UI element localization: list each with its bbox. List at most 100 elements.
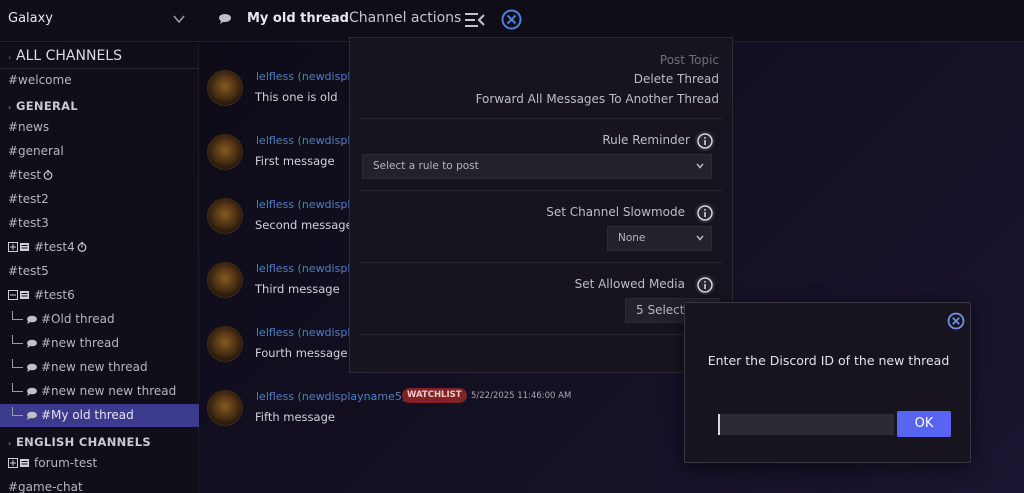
channel-label: #test3: [8, 216, 49, 230]
sidebar-item-test3[interactable]: #test3: [0, 212, 199, 235]
channel-label: #test5: [8, 264, 49, 278]
thread-bubble-icon: [27, 339, 37, 348]
category-label: GENERAL: [16, 99, 78, 113]
all-channels-header[interactable]: › ALL CHANNELS: [0, 43, 199, 69]
channel-label: #game-chat: [8, 480, 83, 493]
sidebar-item-forum-test[interactable]: forum-test: [0, 452, 199, 475]
channel-actions-button[interactable]: Channel actions: [349, 10, 461, 26]
info-icon[interactable]: [694, 130, 716, 152]
channel-label: #test6: [34, 288, 75, 302]
ok-button[interactable]: OK: [897, 411, 951, 437]
message: lelfless (newdisplayname5) WATCHLIST 5/2…: [207, 388, 677, 440]
sidebar-item-test5[interactable]: #test5: [0, 260, 199, 283]
tree-elbow: [12, 383, 23, 392]
channel-label: #test2: [8, 192, 49, 206]
sidebar-item-welcome[interactable]: #welcome: [0, 69, 199, 92]
sidebar-item-test2[interactable]: #test2: [0, 188, 199, 211]
slowmode-select[interactable]: None: [607, 226, 712, 251]
forward-all-messages-item[interactable]: Forward All Messages To Another Thread: [476, 92, 719, 106]
channel-label: #general: [8, 144, 64, 158]
divider: [360, 118, 722, 119]
divider: [360, 334, 722, 335]
forum-icon: [8, 290, 29, 300]
chevron-down-icon: [696, 235, 704, 241]
watchlist-badge: WATCHLIST: [402, 388, 467, 403]
sidebar-item-news[interactable]: #news: [0, 116, 199, 139]
modal-prompt: Enter the Discord ID of the new thread: [707, 353, 950, 368]
channel-label: #test4: [34, 240, 75, 254]
sidebar-item-my-old-thread[interactable]: #My old thread: [0, 404, 199, 427]
message-author[interactable]: lelfless (newdisplayname5): [256, 390, 406, 403]
tree-elbow: [12, 359, 23, 368]
avatar[interactable]: [207, 262, 243, 298]
category-label: ENGLISH CHANNELS: [16, 435, 151, 449]
thread-title: My old thread: [247, 11, 349, 26]
timer-icon: [77, 242, 87, 252]
rule-select-value: Select a rule to post: [373, 160, 479, 172]
channel-label: #news: [8, 120, 50, 134]
divider: [360, 190, 722, 191]
timer-icon: [43, 170, 53, 180]
message-text: This one is old: [255, 90, 338, 104]
sidebar-item-game-chat[interactable]: #game-chat: [0, 476, 199, 493]
message-timestamp: 5/22/2025 11:46:00 AM: [471, 391, 572, 401]
channel-actions-panel: Post Topic Delete Thread Forward All Mes…: [349, 37, 733, 373]
message-text: Second message: [255, 218, 353, 232]
info-icon[interactable]: [694, 274, 716, 296]
thread-bubble-icon: [27, 411, 37, 420]
sidebar-item-new-new-thread[interactable]: #new new thread: [0, 356, 199, 379]
channel-label: #welcome: [8, 73, 72, 87]
avatar[interactable]: [207, 198, 243, 234]
channel-label: #test: [8, 168, 42, 182]
sidebar-item-new-new-new-thread[interactable]: #new new new thread: [0, 380, 199, 403]
channel-label: #new new new thread: [41, 384, 177, 398]
chevron-down-icon[interactable]: [172, 12, 186, 26]
sidebar-item-test[interactable]: #test: [0, 164, 199, 187]
message-text: Fifth message: [255, 410, 335, 424]
delete-thread-item[interactable]: Delete Thread: [634, 72, 719, 86]
sidebar-item-old-thread[interactable]: #Old thread: [0, 308, 199, 331]
tree-elbow: [12, 407, 23, 416]
rule-reminder-label: Rule Reminder: [602, 133, 690, 147]
channel-label: #new thread: [41, 336, 120, 350]
forum-icon: [8, 242, 29, 252]
divider: [360, 262, 722, 263]
server-name[interactable]: Galaxy: [8, 11, 53, 26]
channel-label: #Old thread: [41, 312, 115, 326]
sidebar-item-new-thread[interactable]: #new thread: [0, 332, 199, 355]
chevron-down-icon: [696, 163, 704, 169]
sidebar-item-test4[interactable]: #test4: [0, 236, 199, 259]
channel-sidebar: › ALL CHANNELS #welcome › GENERAL #news #g…: [0, 43, 199, 493]
menu-close-icon[interactable]: [464, 11, 486, 29]
channel-label: #new new thread: [41, 360, 148, 374]
message-text: Third message: [255, 282, 340, 296]
discord-id-input[interactable]: [718, 414, 894, 435]
thread-bubble-icon: [219, 14, 231, 24]
rule-select[interactable]: Select a rule to post: [362, 154, 712, 179]
message-text: First message: [255, 154, 335, 168]
avatar[interactable]: [207, 70, 243, 106]
info-icon[interactable]: [694, 202, 716, 224]
channel-label: forum-test: [34, 456, 98, 470]
sidebar-item-general[interactable]: #general: [0, 140, 199, 163]
thread-bubble-icon: [27, 387, 37, 396]
message-text: Fourth message: [255, 346, 348, 360]
close-circle-icon[interactable]: [501, 9, 522, 30]
tree-elbow: [12, 335, 23, 344]
top-bar: Galaxy My old thread Channel actions: [0, 0, 1024, 42]
all-channels-label: ALL CHANNELS: [16, 48, 122, 64]
thread-bubble-icon: [27, 363, 37, 372]
sidebar-item-test6[interactable]: #test6: [0, 284, 199, 307]
thread-bubble-icon: [27, 315, 37, 324]
avatar[interactable]: [207, 134, 243, 170]
avatar[interactable]: [207, 390, 243, 426]
category-general[interactable]: › GENERAL: [0, 95, 199, 118]
thread-id-modal: Enter the Discord ID of the new thread O…: [684, 302, 971, 463]
avatar[interactable]: [207, 326, 243, 362]
post-topic-item[interactable]: Post Topic: [660, 53, 719, 67]
category-english-channels[interactable]: › ENGLISH CHANNELS: [0, 431, 199, 454]
close-circle-icon[interactable]: [947, 312, 965, 330]
allowed-media-label: Set Allowed Media: [574, 277, 685, 291]
forum-icon: [8, 458, 29, 468]
slowmode-label: Set Channel Slowmode: [546, 205, 685, 219]
